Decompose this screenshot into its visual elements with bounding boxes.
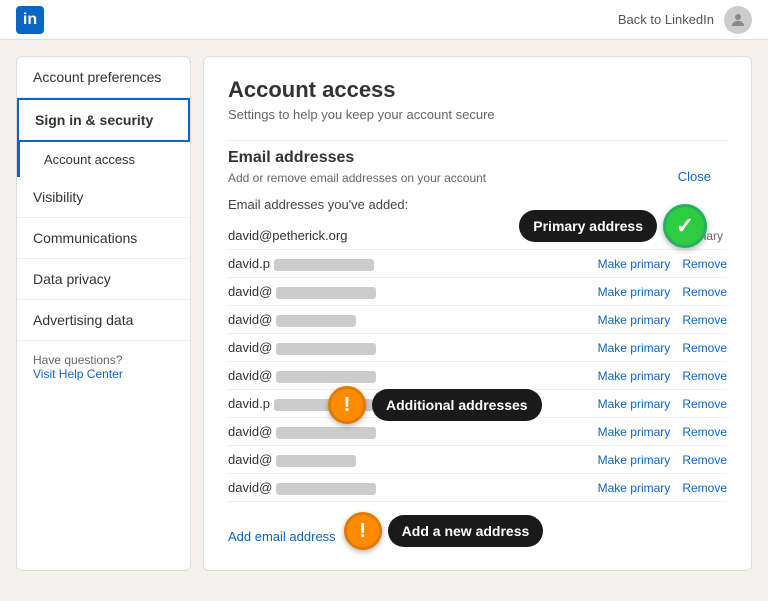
make-primary-button[interactable]: Make primary xyxy=(598,285,671,299)
header: in Back to LinkedIn xyxy=(0,0,768,40)
close-button[interactable]: Close xyxy=(678,169,711,184)
email-blur xyxy=(276,287,376,299)
primary-email-address: david@petherick.org xyxy=(228,228,682,243)
add-new-address-tooltip: ! Add a new address xyxy=(344,512,544,550)
remove-button[interactable]: Remove xyxy=(682,481,727,495)
have-questions-section: Have questions? Visit Help Center xyxy=(17,341,190,393)
remove-button[interactable]: Remove xyxy=(682,285,727,299)
email-blur xyxy=(276,455,356,467)
email-blur xyxy=(276,483,376,495)
email-row: david@ Make primary Remove xyxy=(228,474,727,502)
remove-button[interactable]: Remove xyxy=(682,341,727,355)
email-blur xyxy=(276,371,376,383)
email-row: david.p Make primary Remove xyxy=(228,390,727,418)
content-area: Account access Settings to help you keep… xyxy=(203,56,752,571)
email-prefix: david@ xyxy=(228,368,598,383)
sidebar-item-advertising-data[interactable]: Advertising data xyxy=(17,300,190,341)
email-blur xyxy=(276,427,376,439)
primary-email-row: david@petherick.org Primary xyxy=(228,222,727,250)
email-row: david@ Make primary Remove xyxy=(228,362,727,390)
email-row: david@ Make primary Remove xyxy=(228,418,727,446)
email-prefix: david@ xyxy=(228,340,598,355)
make-primary-button[interactable]: Make primary xyxy=(598,481,671,495)
section-subtitle: Add or remove email addresses on your ac… xyxy=(228,171,727,185)
sidebar-item-sign-in-security[interactable]: Sign in & security xyxy=(17,98,190,142)
email-blur xyxy=(274,399,374,411)
make-primary-button[interactable]: Make primary xyxy=(598,397,671,411)
back-to-linkedin-link[interactable]: Back to LinkedIn xyxy=(618,12,714,27)
email-section-label: Email addresses you've added: xyxy=(228,197,727,212)
linkedin-logo: in xyxy=(16,6,44,34)
email-row: david@ Make primary Remove xyxy=(228,446,727,474)
email-prefix: david.p xyxy=(228,396,598,411)
email-prefix: david@ xyxy=(228,480,598,495)
make-primary-button[interactable]: Make primary xyxy=(598,341,671,355)
add-email-link[interactable]: Add email address xyxy=(228,529,336,544)
sidebar-item-data-privacy[interactable]: Data privacy xyxy=(17,259,190,300)
add-tooltip-icon: ! xyxy=(344,512,382,550)
header-right: Back to LinkedIn xyxy=(618,6,752,34)
remove-button[interactable]: Remove xyxy=(682,369,727,383)
remove-button[interactable]: Remove xyxy=(682,313,727,327)
sidebar-item-communications[interactable]: Communications xyxy=(17,218,190,259)
email-prefix: david@ xyxy=(228,312,598,327)
sidebar-subitem-account-access[interactable]: Account access xyxy=(17,142,190,177)
email-prefix: david.p xyxy=(228,256,598,271)
make-primary-button[interactable]: Make primary xyxy=(598,425,671,439)
additional-email-container: david.p Make primary Remove ! Additional… xyxy=(228,390,727,418)
remove-button[interactable]: Remove xyxy=(682,453,727,467)
remove-button[interactable]: Remove xyxy=(682,257,727,271)
sidebar: Account preferences Sign in & security A… xyxy=(16,56,191,571)
add-email-container: Add email address ! Add a new address xyxy=(228,512,727,550)
make-primary-button[interactable]: Make primary xyxy=(598,453,671,467)
email-row: david.p Make primary Remove xyxy=(228,250,727,278)
email-row: david@ Make primary Remove xyxy=(228,334,727,362)
primary-badge: Primary xyxy=(682,229,723,243)
primary-email-container: david@petherick.org Primary Primary addr… xyxy=(228,222,727,250)
email-blur xyxy=(276,315,356,327)
remove-button[interactable]: Remove xyxy=(682,425,727,439)
email-blur xyxy=(274,259,374,271)
email-row: david@ Make primary Remove xyxy=(228,306,727,334)
email-prefix: david@ xyxy=(228,284,598,299)
remove-button[interactable]: Remove xyxy=(682,397,727,411)
add-tooltip-text: Add a new address xyxy=(388,515,544,547)
make-primary-button[interactable]: Make primary xyxy=(598,257,671,271)
main-layout: Account preferences Sign in & security A… xyxy=(0,40,768,587)
email-prefix: david@ xyxy=(228,424,598,439)
have-questions-label: Have questions? xyxy=(33,353,174,367)
visit-help-center-link[interactable]: Visit Help Center xyxy=(33,367,123,381)
section-title: Email addresses xyxy=(228,149,727,167)
divider xyxy=(228,140,727,141)
make-primary-button[interactable]: Make primary xyxy=(598,369,671,383)
email-blur xyxy=(276,343,376,355)
sidebar-item-visibility[interactable]: Visibility xyxy=(17,177,190,218)
email-prefix: david@ xyxy=(228,452,598,467)
page-subtitle: Settings to help you keep your account s… xyxy=(228,107,727,122)
make-primary-button[interactable]: Make primary xyxy=(598,313,671,327)
page-title: Account access xyxy=(228,77,727,103)
avatar[interactable] xyxy=(724,6,752,34)
sidebar-item-account-preferences[interactable]: Account preferences xyxy=(17,57,190,98)
email-row: david@ Make primary Remove xyxy=(228,278,727,306)
